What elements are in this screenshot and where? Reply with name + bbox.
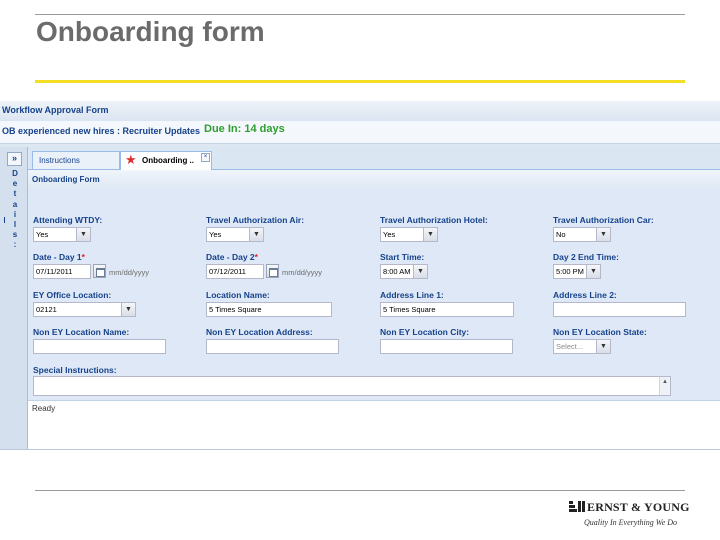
chevron-down-icon[interactable]: ▼ [76,228,90,241]
non-ey-location-state-label: Non EY Location State: [553,327,647,337]
ey-logo-icon [569,501,585,512]
location-name-label: Location Name: [206,290,270,300]
travel-air-label: Travel Authorization Air: [206,215,305,225]
tab-onboarding[interactable]: ★ Onboarding .. × [120,151,212,170]
panel-header: Onboarding Form [28,170,720,189]
location-name-input[interactable]: 5 Times Square [206,302,332,317]
details-vertical-label: D e t a i l s : [12,169,18,250]
expand-panel-button[interactable]: » [7,152,22,166]
travel-air-select[interactable]: Yes ▼ [206,227,264,242]
calendar-icon[interactable] [93,264,106,278]
strip-tick [4,217,5,223]
day2-end-time-select[interactable]: 5:00 PM ▼ [553,264,601,279]
app-screenshot: Workflow Approval Form OB experienced ne… [0,101,720,450]
address-line1-input[interactable]: 5 Times Square [380,302,514,317]
attending-wtdy-select[interactable]: Yes ▼ [33,227,91,242]
calendar-icon[interactable] [266,264,279,278]
chevron-down-icon[interactable]: ▼ [596,340,610,353]
chevron-down-icon[interactable]: ▼ [596,228,610,241]
chevron-down-icon[interactable]: ▼ [413,265,427,278]
panel-title: Onboarding Form [32,175,100,184]
special-instructions-label: Special Instructions: [33,365,117,375]
non-ey-location-address-label: Non EY Location Address: [206,327,313,337]
slide-title: Onboarding form [36,16,265,47]
status-bar: Ready [28,400,720,442]
tab-label: Instructions [39,156,80,165]
start-time-label: Start Time: [380,252,425,262]
task-title: OB experienced new hires : Recruiter Upd… [2,126,201,136]
address-line2-label: Address Line 2: [553,290,617,300]
special-instructions-textarea[interactable]: ▲ [33,376,671,396]
non-ey-location-city-label: Non EY Location City: [380,327,470,337]
scroll-up-icon[interactable]: ▲ [659,377,670,395]
date-day2-input[interactable]: 07/12/2011 [206,264,264,279]
tab-label: Onboarding .. [142,156,194,165]
chevron-down-icon[interactable]: ▼ [423,228,437,241]
top-rule [35,14,685,15]
window-title: Workflow Approval Form [2,105,109,115]
travel-car-label: Travel Authorization Car: [553,215,654,225]
onboarding-form: Attending WTDY: Yes ▼ Travel Authorizati… [28,188,720,442]
day2-end-time-label: Day 2 End Time: [553,252,619,262]
address-line2-input[interactable] [553,302,686,317]
non-ey-location-name-label: Non EY Location Name: [33,327,130,337]
date-day1-input[interactable]: 07/11/2011 [33,264,91,279]
window-title-bar: Workflow Approval Form [0,101,720,122]
attending-wtdy-label: Attending WTDY: [33,215,103,225]
chevron-down-icon[interactable]: ▼ [586,265,600,278]
star-icon: ★ [125,152,137,167]
start-time-select[interactable]: 8:00 AM ▼ [380,264,428,279]
due-badge: Due In: 14 days [204,123,285,135]
chevron-down-icon[interactable]: ▼ [249,228,263,241]
status-text: Ready [32,404,56,413]
task-header: OB experienced new hires : Recruiter Upd… [0,121,720,144]
chevron-down-icon[interactable]: ▼ [121,303,135,316]
address-line1-label: Address Line 1: [380,290,444,300]
non-ey-location-address-input[interactable] [206,339,339,354]
non-ey-location-state-select[interactable]: Select... ▼ [553,339,611,354]
close-icon[interactable]: × [201,153,210,162]
tab-bar: Instructions ★ Onboarding .. × [28,147,720,170]
non-ey-location-city-input[interactable] [380,339,513,354]
tab-instructions[interactable]: Instructions [32,151,120,169]
date-format-hint: mm/dd/yyyy [109,268,150,277]
details-collapsed-panel[interactable]: » D e t a i l s : [0,147,28,449]
title-underline [35,80,685,83]
logo-name: ERNST & YOUNG [587,500,690,514]
date-day1-label: Date - Day 1* [33,252,85,262]
travel-hotel-select[interactable]: Yes ▼ [380,227,438,242]
date-format-hint: mm/dd/yyyy [282,268,323,277]
onboarding-panel: Onboarding Form Attending WTDY: Yes ▼ Tr… [28,170,720,449]
date-day2-label: Date - Day 2* [206,252,258,262]
travel-car-select[interactable]: No ▼ [553,227,611,242]
travel-hotel-label: Travel Authorization Hotel: [380,215,488,225]
non-ey-location-name-input[interactable] [33,339,166,354]
logo-tagline: Quality In Everything We Do [584,518,678,527]
bottom-rule [35,490,685,491]
ey-office-location-label: EY Office Location: [33,290,112,300]
ey-office-location-select[interactable]: 02121 ▼ [33,302,136,317]
